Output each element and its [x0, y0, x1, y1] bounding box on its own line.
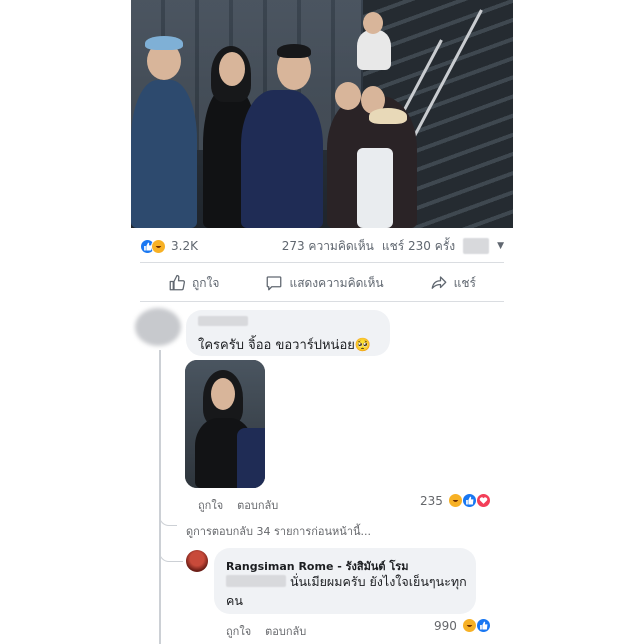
thread-connector [159, 512, 177, 526]
share-button-label: แชร์ [453, 275, 476, 290]
like-button[interactable]: ถูกใจ [168, 274, 219, 293]
comment-reactions[interactable]: 235 [420, 493, 491, 508]
haha-reaction-icon [447, 493, 463, 508]
photo-woman-face [211, 378, 235, 410]
like-reaction-icon [475, 618, 491, 633]
share-arrow-icon [431, 276, 447, 289]
blurred-mention [226, 575, 286, 587]
comment-meta: ถูกใจ ตอบกลับ [198, 496, 278, 514]
comment-reply-link[interactable]: ตอบกลับ [237, 496, 278, 514]
woman-face [219, 52, 245, 86]
blurred-avatar [463, 238, 490, 254]
facebook-post-screenshot: 3.2K 273 ความคิดเห็น แชร์ 230 ครั้ง ▼ ถู… [0, 0, 644, 644]
haha-reaction-icon [151, 238, 166, 254]
commenter-avatar-blurred[interactable] [135, 308, 181, 346]
reaction-count[interactable]: 3.2K [171, 239, 198, 253]
person-left [131, 80, 197, 228]
thread-connector [159, 548, 183, 562]
reply-reactions[interactable]: 990 [434, 618, 491, 633]
reaction-icons[interactable] [140, 238, 166, 254]
reply-reply-link[interactable]: ตอบกลับ [265, 622, 306, 640]
shares-count[interactable]: แชร์ 230 ครั้ง [382, 237, 455, 256]
comment-like-link[interactable]: ถูกใจ [198, 496, 223, 514]
reply-meta: ถูกใจ ตอบกลับ [226, 622, 306, 640]
reply-bubble[interactable]: Rangsiman Rome - รังสิมันต์ โรม นั่นเมีย… [214, 548, 476, 614]
blurred-commenter-name [198, 316, 248, 326]
comment-attached-photo[interactable] [185, 360, 265, 488]
thumbs-up-icon [169, 274, 186, 291]
comment-bubble-icon [267, 276, 282, 291]
reply-text-line1: นั่นเมียผมครับ ยังไงใจเย็นๆนะทุก [290, 574, 467, 589]
comment-bubble[interactable]: ใครครับ จิ้ออ ขอวาร์ปหน่อย🥺 [186, 310, 390, 356]
haha-reaction-icon [461, 618, 477, 633]
share-button[interactable]: แชร์ [430, 274, 476, 293]
person-left-cap [145, 36, 183, 50]
comment-reaction-count: 235 [420, 493, 443, 508]
divider [140, 262, 504, 263]
reply-text-line2: คน [226, 593, 243, 608]
comment-button-label: แสดงความคิดเห็น [289, 275, 384, 290]
chevron-down-icon[interactable]: ▼ [497, 241, 504, 251]
comment-text: ใครครับ จิ้ออ ขอวาร์ปหน่อย🥺 [198, 338, 372, 353]
like-reaction-icon [461, 493, 477, 508]
post-action-bar: ถูกใจ แสดงความคิดเห็น แชร์ [140, 266, 504, 300]
woman-white-shirt [357, 148, 393, 228]
view-previous-replies-link[interactable]: ดูการตอบกลับ 34 รายการก่อนหน้านี้... [186, 522, 371, 540]
reaction-summary: 3.2K 273 ความคิดเห็น แชร์ 230 ครั้ง ▼ [140, 236, 504, 256]
love-reaction-icon [475, 493, 491, 508]
divider [140, 301, 504, 302]
photo-man-body [237, 428, 265, 488]
post-stats: 273 ความคิดเห็น แชร์ 230 ครั้ง ▼ [282, 237, 504, 256]
reply-like-link[interactable]: ถูกใจ [226, 622, 251, 640]
person-on-stairs-head [363, 12, 383, 34]
person-on-stairs [357, 30, 391, 70]
reply-author-avatar[interactable] [186, 550, 208, 572]
reply-reaction-count: 990 [434, 618, 457, 633]
comment-button[interactable]: แสดงความคิดเห็น [265, 274, 384, 293]
woman-right-face [335, 82, 361, 110]
like-button-label: ถูกใจ [192, 275, 220, 290]
man-navy-polo [241, 90, 323, 228]
woman-hat [369, 108, 407, 124]
reply-thread-line [159, 350, 161, 644]
post-photo[interactable] [131, 0, 513, 228]
man-hair [277, 44, 311, 58]
comments-count[interactable]: 273 ความคิดเห็น [282, 237, 374, 256]
